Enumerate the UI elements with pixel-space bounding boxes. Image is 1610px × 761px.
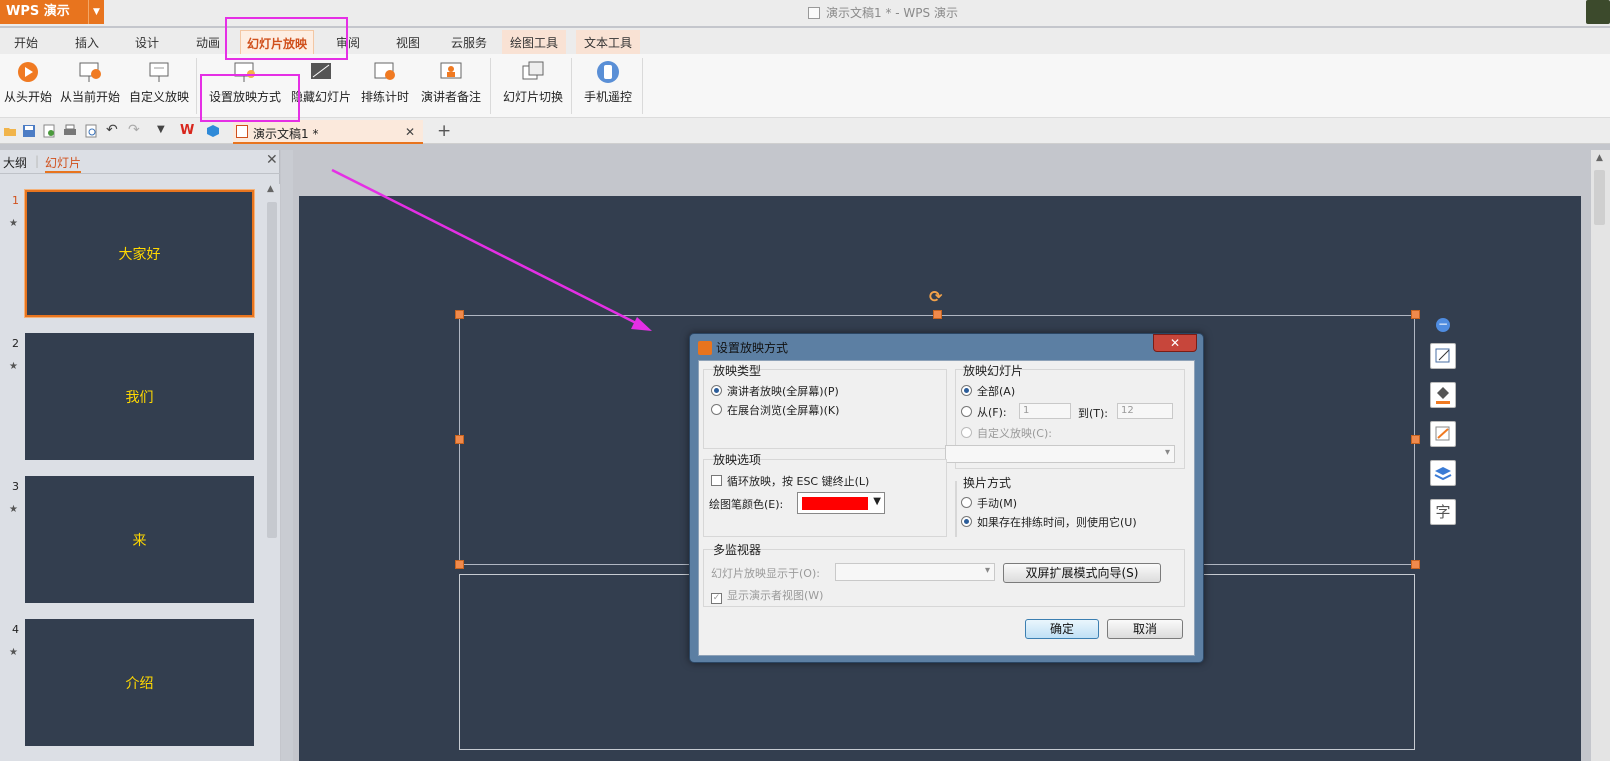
show-options-label: 放映选项	[713, 453, 762, 467]
radio-button[interactable]	[961, 385, 972, 396]
to-label: 到(T):	[1078, 407, 1109, 420]
wps-app-icon	[698, 341, 712, 355]
radio-button[interactable]	[711, 404, 722, 415]
presenter-option[interactable]: 演讲者放映(全屏幕)(P)	[711, 383, 839, 399]
custom-show-label: 自定义放映(C):	[977, 427, 1052, 440]
radio-button[interactable]	[961, 406, 972, 417]
pen-color-picker[interactable]: ▼	[797, 492, 885, 514]
manual-label: 手动(M)	[977, 497, 1018, 510]
timings-label: 如果存在排练时间，则使用它(U)	[977, 516, 1137, 529]
cancel-label: 取消	[1132, 622, 1157, 636]
monitors-label: 多监视器	[713, 543, 762, 557]
radio-button[interactable]	[961, 427, 972, 438]
show-type-label: 放映类型	[713, 364, 762, 378]
pen-color-label: 绘图笔颜色(E):	[709, 498, 784, 511]
advance-group	[955, 481, 957, 537]
setup-show-dialog: 设置放映方式 ✕ 放映类型 演讲者放映(全屏幕)(P) 在展台浏览(全屏幕)(K…	[689, 333, 1204, 663]
dialog-title: 设置放映方式	[698, 339, 788, 356]
advance-label: 换片方式	[963, 476, 1012, 490]
loop-label: 循环放映，按 ESC 键终止(L)	[727, 475, 870, 488]
custom-show-option[interactable]: 自定义放映(C):	[961, 425, 1052, 441]
to-value: 12	[1121, 405, 1134, 416]
checkbox[interactable]	[711, 475, 722, 486]
display-on-select[interactable]	[835, 563, 995, 581]
arrowhead	[631, 317, 652, 331]
ok-label: 确定	[1049, 622, 1074, 636]
color-swatch	[802, 497, 868, 510]
dialog-body: 放映类型 演讲者放映(全屏幕)(P) 在展台浏览(全屏幕)(K) 放映幻灯片 全…	[698, 360, 1195, 656]
display-on-label: 幻灯片放映显示于(O):	[711, 567, 820, 580]
from-stepper[interactable]: 1	[1019, 403, 1071, 419]
kiosk-option[interactable]: 在展台浏览(全屏幕)(K)	[711, 402, 839, 418]
slides-range-label: 放映幻灯片	[963, 364, 1024, 378]
custom-show-select[interactable]	[945, 445, 1175, 463]
from-option[interactable]: 从(F):	[961, 404, 1007, 420]
dialog-title-text: 设置放映方式	[716, 341, 789, 355]
all-slides-option[interactable]: 全部(A)	[961, 383, 1015, 399]
ok-button[interactable]: 确定	[1025, 619, 1099, 639]
dual-screen-wizard-label: 双屏扩展模式向导(S)	[1025, 566, 1139, 580]
dual-screen-wizard-button[interactable]: 双屏扩展模式向导(S)	[1003, 563, 1161, 583]
from-value: 1	[1023, 405, 1030, 416]
radio-button[interactable]	[961, 516, 972, 527]
checkbox[interactable]: ✓	[711, 593, 722, 604]
presenter-option-label: 演讲者放映(全屏幕)(P)	[727, 385, 839, 398]
presenter-view-checkbox[interactable]: ✓ 显示演示者视图(W)	[711, 587, 823, 604]
timings-option[interactable]: 如果存在排练时间，则使用它(U)	[961, 514, 1137, 530]
radio-button[interactable]	[711, 385, 722, 396]
close-button[interactable]: ✕	[1153, 334, 1197, 352]
all-slides-label: 全部(A)	[977, 385, 1016, 398]
from-label: 从(F):	[977, 406, 1007, 419]
manual-option[interactable]: 手动(M)	[961, 495, 1017, 511]
loop-checkbox[interactable]: 循环放映，按 ESC 键终止(L)	[711, 473, 869, 489]
presenter-view-label: 显示演示者视图(W)	[727, 589, 824, 602]
kiosk-option-label: 在展台浏览(全屏幕)(K)	[727, 404, 840, 417]
chevron-down-icon: ▼	[873, 496, 881, 507]
radio-button[interactable]	[961, 497, 972, 508]
to-stepper[interactable]: 12	[1117, 403, 1173, 419]
cancel-button[interactable]: 取消	[1107, 619, 1183, 639]
